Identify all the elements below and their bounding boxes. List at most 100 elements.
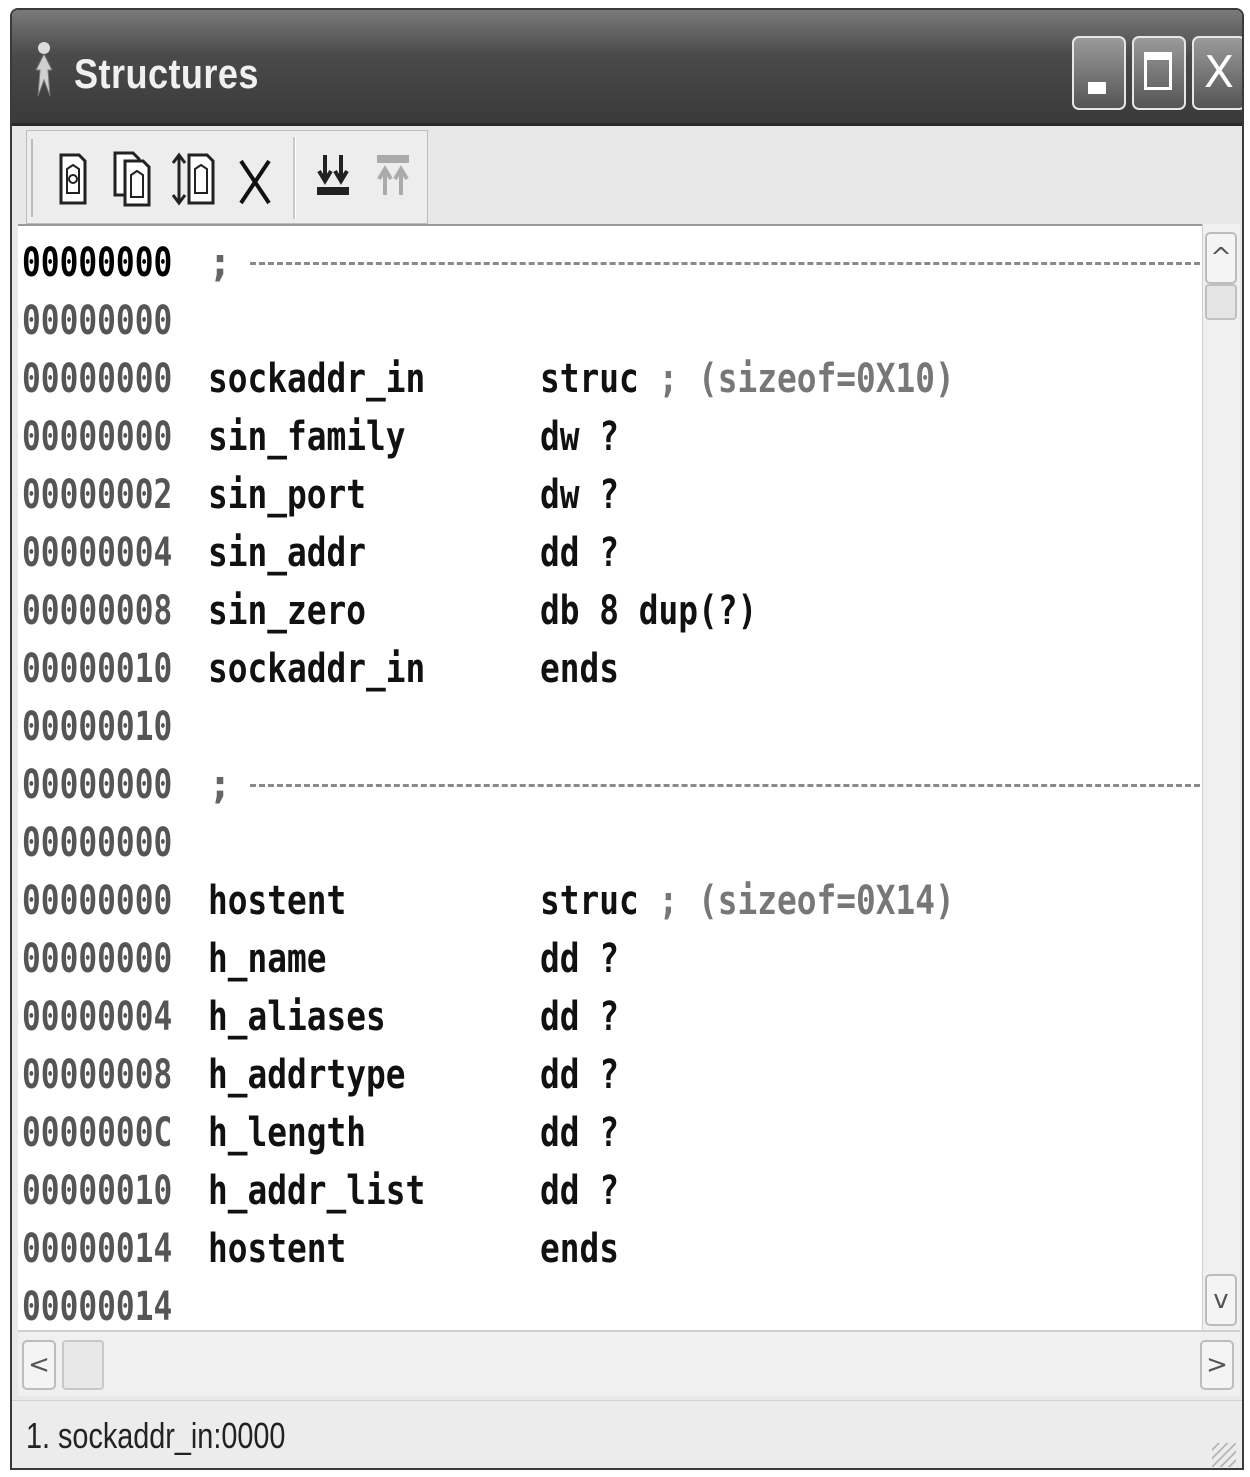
line-address: 00000000 xyxy=(22,414,173,460)
line-address: 00000000 xyxy=(22,936,173,982)
close-button[interactable]: X xyxy=(1192,36,1242,110)
structures-window: Structures X 00000000 ; 00000000 0000000… xyxy=(10,8,1244,1470)
delete-icon[interactable] xyxy=(235,149,275,209)
line-address: 00000014 xyxy=(22,1226,173,1272)
member-name[interactable]: h_aliases xyxy=(208,988,386,1046)
listing-line[interactable]: 00000000 h_name dd ? xyxy=(22,930,1198,988)
collapse-all-icon[interactable] xyxy=(313,149,353,209)
listing-line[interactable]: 00000008 h_addrtype dd ? xyxy=(22,1046,1198,1104)
separator-line[interactable]: 00000000; xyxy=(22,234,1200,292)
window-title: Structures xyxy=(74,50,259,97)
member-directive: dd ? xyxy=(540,524,619,582)
directive-text: ends xyxy=(540,646,619,692)
blank-line[interactable]: 00000000 xyxy=(22,814,1198,872)
line-address: 00000010 xyxy=(22,646,173,692)
toolbar-separator xyxy=(293,137,296,219)
member-directive: dd ? xyxy=(540,1162,619,1220)
vertical-scroll-thumb[interactable] xyxy=(1205,284,1237,320)
title-bar[interactable]: Structures X xyxy=(12,10,1242,126)
comment-semicolon: ; xyxy=(208,240,233,286)
add-struct-icon[interactable] xyxy=(53,149,93,209)
separator-line[interactable]: 00000000; xyxy=(22,756,1200,814)
directive-text: dd ? xyxy=(540,994,619,1040)
blank-line[interactable]: 00000000 xyxy=(22,292,1198,350)
expand-all-icon[interactable] xyxy=(373,149,413,209)
member-name[interactable]: sin_zero xyxy=(208,582,366,640)
chevron-down-icon: v xyxy=(1213,1285,1229,1315)
listing-line[interactable]: 00000010 h_addr_list dd ? xyxy=(22,1162,1198,1220)
directive-text: dd ? xyxy=(540,1052,619,1098)
member-directive: dd ? xyxy=(540,930,619,988)
directive-text: struc xyxy=(540,356,639,402)
listing-line[interactable]: 00000000 sockaddr_in struc ; (sizeof=0X10) xyxy=(22,350,1198,408)
line-address: 00000004 xyxy=(22,530,173,576)
close-icon: X xyxy=(1203,47,1235,98)
member-name[interactable]: sockaddr_in xyxy=(208,640,425,698)
blank-line[interactable]: 00000010 xyxy=(22,698,1198,756)
scroll-right-button[interactable]: > xyxy=(1200,1340,1234,1390)
line-address: 00000014 xyxy=(22,1284,173,1330)
member-name[interactable]: sin_addr xyxy=(208,524,366,582)
maximize-icon xyxy=(1144,52,1172,90)
member-name[interactable]: sin_port xyxy=(208,466,366,524)
line-address: 00000000 xyxy=(22,240,173,286)
directive-text: dd ? xyxy=(540,936,619,982)
member-name[interactable]: h_addrtype xyxy=(208,1046,405,1104)
member-name[interactable]: h_name xyxy=(208,930,326,988)
member-directive: dd ? xyxy=(540,1046,619,1104)
line-address: 00000010 xyxy=(22,1168,173,1214)
member-directive: dw ? xyxy=(540,466,619,524)
listing-line[interactable]: 00000004 h_aliases dd ? xyxy=(22,988,1198,1046)
directive-text: dw ? xyxy=(540,414,619,460)
directive-text: dd ? xyxy=(540,530,619,576)
line-address: 00000000 xyxy=(22,820,173,866)
listing-line[interactable]: 00000000 hostent struc ; (sizeof=0X14) xyxy=(22,872,1198,930)
chevron-left-icon: < xyxy=(28,1350,50,1380)
resize-grip[interactable] xyxy=(1212,1443,1236,1467)
member-name[interactable]: h_length xyxy=(208,1104,366,1162)
horizontal-scroll-thumb[interactable] xyxy=(62,1340,104,1390)
blank-line[interactable]: 00000014 xyxy=(22,1278,1198,1336)
status-text: 1. sockaddr_in:0000 xyxy=(26,1415,286,1456)
structure-listing[interactable]: 00000000; 00000000 00000000 sockaddr_in stru… xyxy=(18,224,1202,1330)
listing-line[interactable]: 00000008 sin_zero db 8 dup(?) xyxy=(22,582,1198,640)
sizeof-comment: ; (sizeof=0X14) xyxy=(638,878,955,924)
member-directive: dw ? xyxy=(540,408,619,466)
line-address: 0000000C xyxy=(22,1110,173,1156)
member-name[interactable]: hostent xyxy=(208,1220,346,1278)
maximize-button[interactable] xyxy=(1132,36,1186,110)
listing-line[interactable]: 00000010 sockaddr_in ends xyxy=(22,640,1198,698)
line-address: 00000000 xyxy=(22,298,173,344)
ida-app-icon xyxy=(35,42,53,97)
member-directive: dd ? xyxy=(540,988,619,1046)
scroll-left-button[interactable]: < xyxy=(22,1340,56,1390)
minimize-button[interactable] xyxy=(1072,36,1126,110)
member-name[interactable]: h_addr_list xyxy=(208,1162,425,1220)
comment-semicolon: ; xyxy=(208,762,233,808)
listing-line[interactable]: 00000000 sin_family dw ? xyxy=(22,408,1198,466)
minimize-icon xyxy=(1088,82,1106,94)
listing-line[interactable]: 00000004 sin_addr dd ? xyxy=(22,524,1198,582)
horizontal-scrollbar[interactable]: < > xyxy=(18,1330,1240,1396)
line-address: 00000000 xyxy=(22,356,173,402)
line-address: 00000000 xyxy=(22,762,173,808)
separator-dashes xyxy=(250,262,1200,265)
listing-line[interactable]: 0000000C h_length dd ? xyxy=(22,1104,1198,1162)
scroll-up-button[interactable]: ^ xyxy=(1205,232,1237,284)
member-directive: struc ; (sizeof=0X10) xyxy=(540,350,955,408)
member-directive: struc ; (sizeof=0X14) xyxy=(540,872,955,930)
line-address: 00000002 xyxy=(22,472,173,518)
member-name[interactable]: sockaddr_in xyxy=(208,350,425,408)
scroll-down-button[interactable]: v xyxy=(1205,1274,1237,1326)
vertical-scrollbar[interactable]: ^ v xyxy=(1202,224,1240,1330)
listing-line[interactable]: 00000014 hostent ends xyxy=(22,1220,1198,1278)
duplicate-struct-icon[interactable] xyxy=(111,149,157,209)
member-name[interactable]: hostent xyxy=(208,872,346,930)
expand-struct-icon[interactable] xyxy=(171,149,219,209)
line-address: 00000010 xyxy=(22,704,173,750)
member-name[interactable]: sin_family xyxy=(208,408,405,466)
member-directive: dd ? xyxy=(540,1104,619,1162)
toolbar-grip[interactable] xyxy=(31,139,36,217)
listing-line[interactable]: 00000002 sin_port dw ? xyxy=(22,466,1198,524)
toolbar xyxy=(26,130,428,224)
